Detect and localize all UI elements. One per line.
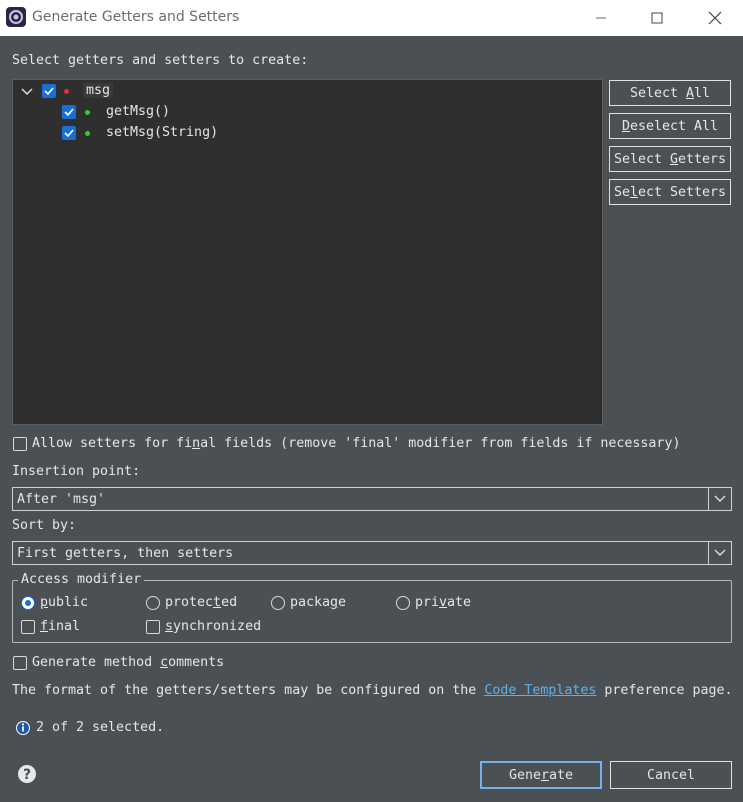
tree-item-getmsg[interactable]: getMsg() bbox=[106, 104, 170, 119]
mnemonic: g bbox=[330, 595, 339, 610]
generate-button[interactable]: Gene r ate bbox=[480, 761, 602, 789]
label-text: ed bbox=[221, 595, 238, 610]
generate-comments-checkbox[interactable] bbox=[13, 656, 27, 670]
info-text: The format of the getters/setters may be… bbox=[12, 683, 485, 698]
package-label[interactable]: package bbox=[290, 595, 346, 610]
insertion-point-value: After 'msg' bbox=[17, 492, 106, 507]
label-text: Allow setters for fi bbox=[32, 436, 193, 451]
label-text: inal bbox=[48, 619, 81, 634]
label-text: omments bbox=[168, 655, 225, 670]
info-icon bbox=[15, 720, 31, 736]
package-radio[interactable] bbox=[271, 596, 285, 610]
title-bar: Generate Getters and Setters bbox=[0, 0, 743, 36]
select-all-button[interactable]: Select All bbox=[609, 80, 731, 106]
protected-radio[interactable] bbox=[146, 596, 160, 610]
button-label: Select bbox=[629, 85, 686, 101]
mnemonic: A bbox=[686, 85, 695, 101]
chevron-down-icon bbox=[708, 542, 731, 564]
info-text: preference page. bbox=[596, 683, 733, 698]
mnemonic: t bbox=[213, 595, 222, 610]
help-icon[interactable]: ? bbox=[17, 764, 37, 784]
mnemonic: v bbox=[439, 595, 448, 610]
mnemonic: f bbox=[40, 619, 49, 634]
label-text: ublic bbox=[48, 595, 89, 610]
maximize-icon[interactable] bbox=[634, 0, 680, 36]
label-text: ynchronized bbox=[173, 619, 262, 634]
button-label: ate bbox=[549, 767, 574, 783]
insertion-point-select[interactable]: After 'msg' bbox=[12, 487, 732, 511]
sort-by-label: Sort by: bbox=[12, 518, 77, 533]
generate-comments-label[interactable]: Generate method comments bbox=[32, 655, 224, 670]
selection-status: 2 of 2 selected. bbox=[36, 720, 165, 735]
getmsg-checkbox[interactable] bbox=[62, 105, 76, 119]
public-radio[interactable] bbox=[21, 596, 35, 610]
mnemonic: r bbox=[540, 767, 549, 783]
button-label: Select bbox=[613, 151, 670, 167]
tree-item-setmsg[interactable]: setMsg(String) bbox=[106, 125, 218, 140]
synchronized-checkbox[interactable] bbox=[146, 620, 160, 634]
window-title: Generate Getters and Setters bbox=[32, 9, 240, 25]
button-label: ll bbox=[694, 85, 711, 101]
label-text: pri bbox=[415, 595, 440, 610]
mnemonic: D bbox=[621, 118, 630, 134]
mnemonic: G bbox=[669, 151, 678, 167]
label-text: Generate method bbox=[32, 655, 161, 670]
label-text: packa bbox=[290, 595, 331, 610]
mnemonic: n bbox=[192, 436, 201, 451]
mnemonic: s bbox=[165, 619, 174, 634]
final-label[interactable]: final bbox=[40, 619, 80, 634]
synchronized-label[interactable]: synchronized bbox=[165, 619, 261, 634]
mnemonic: l bbox=[629, 184, 638, 200]
label-text: e bbox=[338, 595, 347, 610]
button-label: Gene bbox=[508, 767, 541, 783]
protected-label[interactable]: protected bbox=[165, 595, 237, 610]
label-text: protec bbox=[165, 595, 214, 610]
setmsg-checkbox[interactable] bbox=[62, 126, 76, 140]
sort-by-select[interactable]: First getters, then setters bbox=[12, 541, 732, 565]
allow-final-label[interactable]: Allow setters for final fields (remove '… bbox=[32, 436, 680, 451]
private-radio[interactable] bbox=[396, 596, 410, 610]
public-label[interactable]: public bbox=[40, 595, 88, 610]
access-modifier-legend: Access modifier bbox=[18, 572, 145, 587]
tree-root-label[interactable]: msg bbox=[83, 83, 114, 98]
select-setters-button[interactable]: Se l ect Setters bbox=[609, 179, 731, 205]
button-label: Se bbox=[613, 184, 630, 200]
label-text: al fields (remove 'final' modifier from … bbox=[200, 436, 681, 451]
method-public-icon bbox=[85, 131, 90, 136]
code-templates-link[interactable]: Code Templates bbox=[484, 683, 596, 698]
templates-info: The format of the getters/setters may be… bbox=[12, 683, 733, 698]
chevron-down-icon[interactable] bbox=[20, 85, 34, 99]
label-text: ate bbox=[447, 595, 472, 610]
close-icon[interactable] bbox=[692, 0, 738, 36]
svg-text:?: ? bbox=[23, 767, 31, 783]
access-modifier-group bbox=[12, 580, 732, 643]
final-checkbox[interactable] bbox=[21, 620, 35, 634]
minimize-icon[interactable] bbox=[578, 0, 624, 36]
field-private-icon bbox=[64, 89, 69, 94]
allow-final-checkbox[interactable] bbox=[13, 437, 27, 451]
chevron-down-icon bbox=[708, 488, 731, 510]
select-prompt: Select getters and setters to create: bbox=[12, 53, 309, 68]
mnemonic: c bbox=[160, 655, 169, 670]
private-label[interactable]: private bbox=[415, 595, 471, 610]
button-label: eselect All bbox=[629, 118, 719, 134]
msg-checkbox[interactable] bbox=[42, 84, 56, 98]
cancel-button[interactable]: Cancel bbox=[610, 761, 732, 789]
insertion-point-label: Insertion point: bbox=[12, 464, 141, 479]
button-label: ect Setters bbox=[637, 184, 727, 200]
members-tree[interactable]: msg getMsg() setMsg(String) bbox=[12, 79, 603, 425]
eclipse-icon bbox=[6, 7, 26, 27]
button-label: etters bbox=[678, 151, 727, 167]
method-public-icon bbox=[85, 110, 90, 115]
select-getters-button[interactable]: Select Getters bbox=[609, 146, 731, 172]
mnemonic: p bbox=[40, 595, 49, 610]
sort-by-value: First getters, then setters bbox=[17, 546, 234, 561]
deselect-all-button[interactable]: Deselect All bbox=[609, 113, 731, 139]
